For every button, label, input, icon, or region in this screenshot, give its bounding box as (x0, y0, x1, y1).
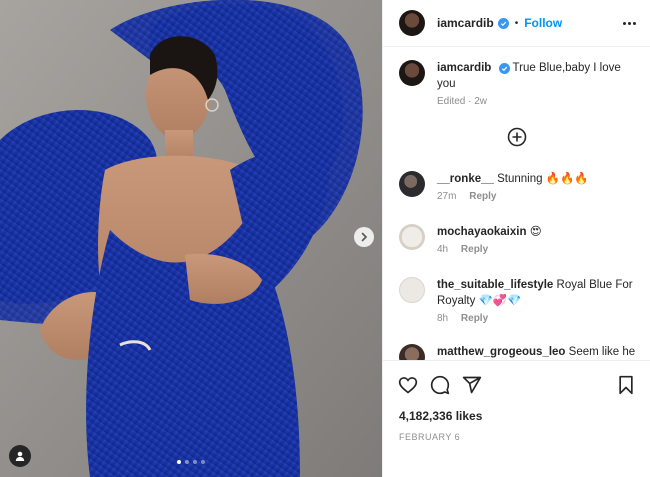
comment-row: mochayaokaixin 😍 4h Reply (383, 224, 650, 256)
comment-username[interactable]: matthew_grogeous_leo (437, 346, 565, 358)
comment-row: __ronke__ Stunning 🔥🔥🔥 27m Reply (383, 171, 650, 203)
carousel-dot (185, 460, 189, 464)
comment-text: Stunning 🔥🔥🔥 (497, 173, 589, 185)
bookmark-icon[interactable] (615, 374, 637, 396)
author-username[interactable]: iamcardib (437, 16, 494, 30)
carousel-dot-active (177, 460, 181, 464)
caption-age[interactable]: 2w (474, 96, 487, 107)
load-more-comments-button[interactable] (507, 127, 527, 147)
carousel-dot (201, 460, 205, 464)
more-options-icon[interactable] (623, 21, 636, 25)
comment-age[interactable]: 8h (437, 313, 448, 324)
edited-label: Edited (437, 96, 466, 107)
next-photo-button[interactable] (354, 227, 374, 247)
share-icon[interactable] (461, 374, 483, 396)
comment-age[interactable]: 4h (437, 244, 448, 255)
instagram-post: iamcardib • Follow iamcardib True Blue,b… (0, 0, 650, 477)
verified-badge-icon (497, 17, 509, 29)
comments-list[interactable]: iamcardib True Blue,baby I love you Edit… (383, 48, 650, 360)
heart-icon[interactable] (397, 374, 419, 396)
comment-text: 😍 (529, 226, 542, 238)
commenter-avatar[interactable] (399, 171, 425, 197)
commenter-avatar[interactable] (399, 344, 425, 360)
post-photo (0, 0, 382, 477)
post-actions: 4,182,336 likes FEBRUARY 6 (383, 360, 650, 477)
caption-row: iamcardib True Blue,baby I love you Edit… (383, 60, 650, 108)
verified-badge-icon (498, 63, 510, 74)
action-icons (383, 361, 650, 409)
likes-count[interactable]: 4,182,336 likes (383, 409, 650, 423)
commenter-avatar[interactable] (399, 277, 425, 303)
reply-button[interactable]: Reply (461, 244, 488, 255)
header-separator: • (514, 17, 519, 29)
commenter-avatar[interactable] (399, 224, 425, 250)
comment-age[interactable]: 27m (437, 191, 456, 202)
comment-username[interactable]: the_suitable_lifestyle (437, 279, 553, 291)
reply-button[interactable]: Reply (469, 191, 496, 202)
chevron-right-icon (361, 232, 368, 242)
comment-row: matthew_grogeous_leo Seem like he (383, 344, 650, 360)
reply-button[interactable]: Reply (461, 313, 488, 324)
carousel-dot (193, 460, 197, 464)
caption-avatar[interactable] (399, 60, 425, 86)
comment-username[interactable]: mochayaokaixin (437, 226, 526, 238)
author-avatar[interactable] (399, 10, 425, 36)
post-side-panel: iamcardib • Follow iamcardib True Blue,b… (382, 0, 650, 477)
carousel-indicator (0, 460, 382, 464)
post-media[interactable] (0, 0, 382, 477)
comment-text: Seem like he (568, 346, 636, 358)
plus-circle-icon (507, 127, 527, 147)
post-date[interactable]: FEBRUARY 6 (383, 432, 650, 442)
caption-username[interactable]: iamcardib (437, 62, 491, 74)
comment-icon[interactable] (429, 374, 451, 396)
comment-row: the_suitable_lifestyle Royal Blue For Ro… (383, 277, 650, 325)
comment-username[interactable]: __ronke__ (437, 173, 494, 185)
post-header: iamcardib • Follow (383, 0, 650, 47)
follow-button[interactable]: Follow (524, 16, 562, 30)
